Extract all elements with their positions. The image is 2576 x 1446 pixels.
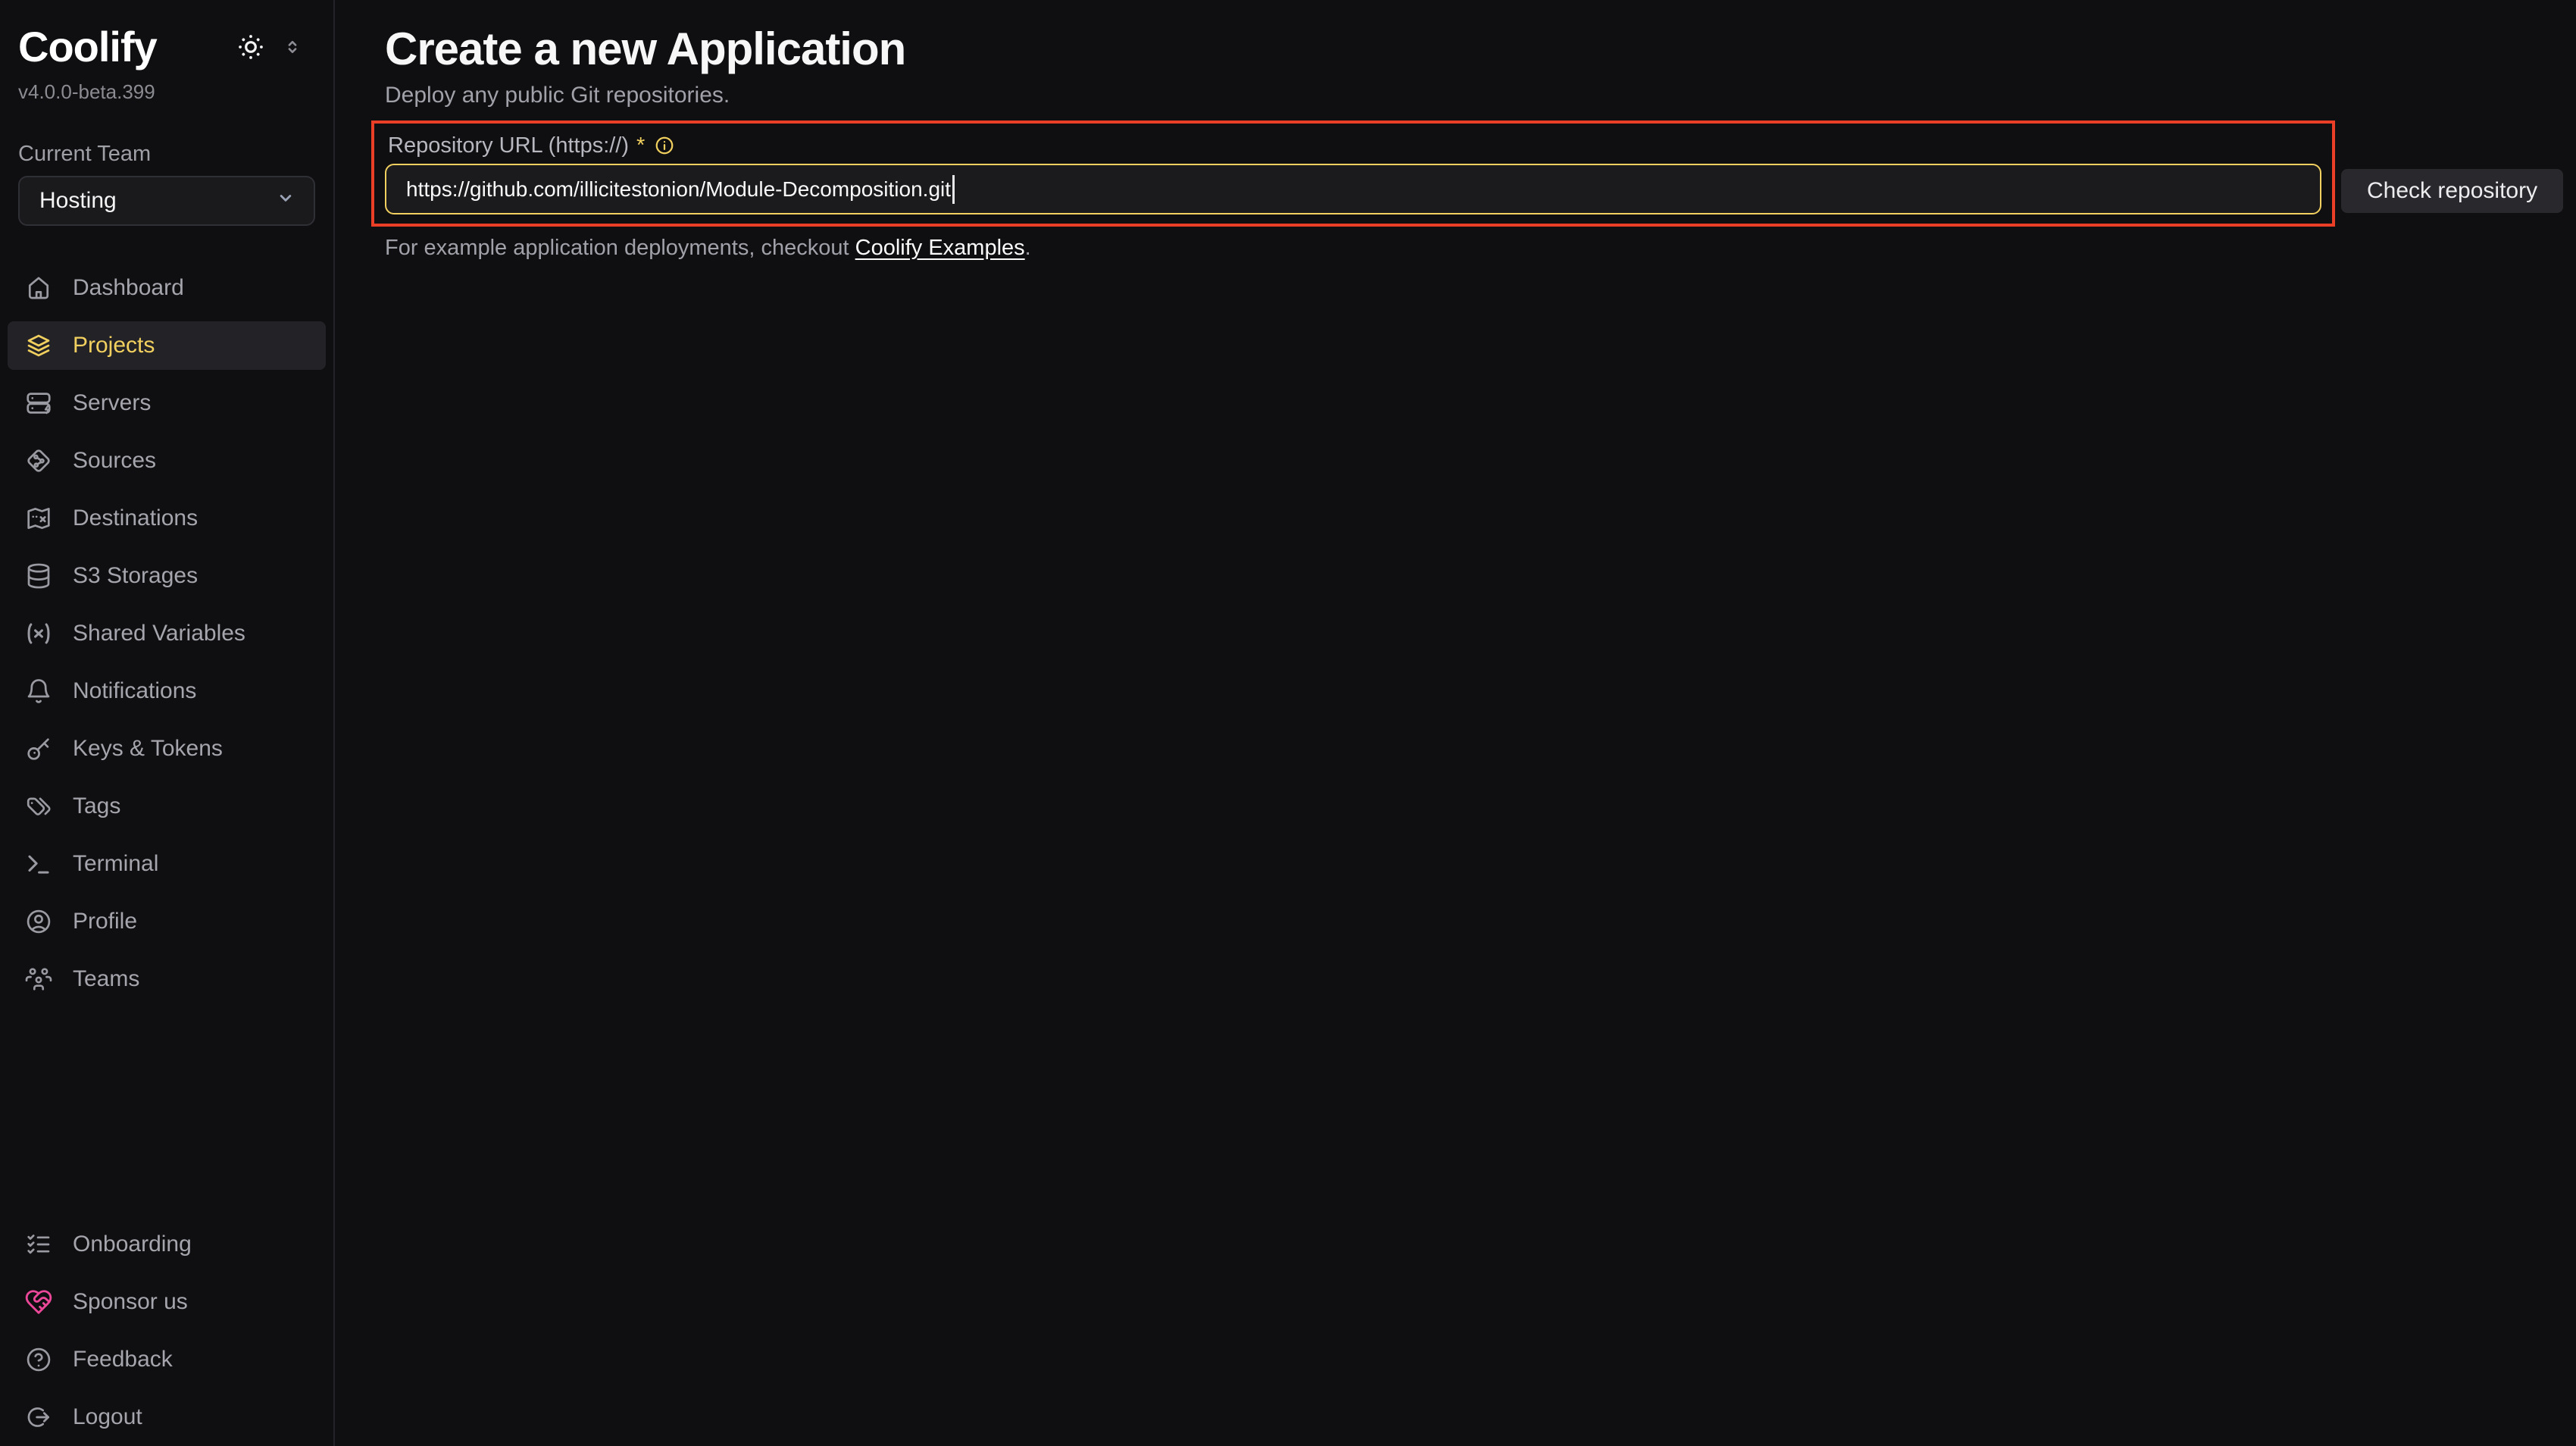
text-caret [952, 175, 955, 204]
sidebar-item-label: Logout [73, 1404, 142, 1430]
helper-text: For example application deployments, che… [385, 236, 2576, 261]
sidebar-item-s3-storages[interactable]: S3 Storages [8, 552, 326, 600]
sidebar-item-label: Destinations [73, 505, 198, 531]
sidebar-item-logout[interactable]: Logout [8, 1393, 326, 1441]
repository-url-label-row: Repository URL (https://) * [385, 134, 2321, 157]
terminal-icon [24, 850, 53, 878]
current-team-label: Current Team [18, 142, 315, 167]
chevrons-up-down-icon[interactable] [282, 36, 303, 58]
sidebar-item-label: Servers [73, 390, 151, 416]
page-title: Create a new Application [385, 23, 2576, 75]
sidebar-item-label: Keys & Tokens [73, 736, 223, 762]
sidebar-item-label: Onboarding [73, 1232, 192, 1257]
sidebar-item-teams[interactable]: Teams [8, 955, 326, 1003]
sidebar-item-feedback[interactable]: Feedback [8, 1335, 326, 1384]
chevron-down-icon [274, 186, 297, 215]
sidebar-item-label: Sources [73, 448, 156, 474]
repository-form: Repository URL (https://) * https://gith… [371, 121, 2576, 227]
layers-icon [24, 331, 53, 360]
tags-icon [24, 792, 53, 821]
sidebar-item-dashboard[interactable]: Dashboard [8, 264, 326, 312]
sidebar-item-label: S3 Storages [73, 563, 198, 589]
sidebar-item-destinations[interactable]: Destinations [8, 494, 326, 543]
sidebar-item-keys-tokens[interactable]: Keys & Tokens [8, 725, 326, 773]
sidebar-footer-nav: Onboarding Sponsor us Feedback Logout [0, 1220, 333, 1441]
variables-icon [24, 619, 53, 648]
helper-prefix: For example application deployments, che… [385, 236, 855, 260]
sidebar-item-terminal[interactable]: Terminal [8, 840, 326, 888]
sidebar-item-shared-variables[interactable]: Shared Variables [8, 609, 326, 658]
sun-icon[interactable] [236, 33, 265, 61]
required-asterisk: * [636, 133, 645, 158]
info-icon[interactable] [654, 135, 675, 156]
key-icon [24, 734, 53, 763]
team-select-value: Hosting [39, 188, 117, 214]
helper-suffix: . [1025, 236, 1031, 260]
main-content: Create a new Application Deploy any publ… [335, 0, 2576, 1446]
check-repository-button[interactable]: Check repository [2341, 169, 2563, 213]
sidebar-item-label: Terminal [73, 851, 158, 877]
sidebar-item-profile[interactable]: Profile [8, 897, 326, 946]
app-logo[interactable]: Coolify [18, 26, 157, 68]
sidebar-item-label: Feedback [73, 1347, 173, 1372]
sidebar-item-label: Projects [73, 333, 155, 358]
team-select[interactable]: Hosting [18, 176, 315, 226]
bell-icon [24, 677, 53, 706]
database-icon [24, 562, 53, 590]
coolify-app: Coolify v4.0.0-beta.399 Current Team Hos… [0, 0, 2576, 1446]
sidebar-item-sponsor-us[interactable]: Sponsor us [8, 1278, 326, 1326]
home-icon [24, 274, 53, 302]
repository-url-value: https://github.com/illicitestonion/Modul… [406, 177, 951, 202]
sidebar-item-label: Profile [73, 909, 137, 934]
sidebar-item-label: Sponsor us [73, 1289, 188, 1315]
sidebar: Coolify v4.0.0-beta.399 Current Team Hos… [0, 0, 335, 1446]
help-circle-icon [24, 1345, 53, 1374]
sidebar-item-servers[interactable]: Servers [8, 379, 326, 427]
users-icon [24, 965, 53, 994]
sidebar-item-tags[interactable]: Tags [8, 782, 326, 831]
sidebar-header-icons [236, 33, 303, 61]
sidebar-item-label: Tags [73, 793, 120, 819]
logout-icon [24, 1403, 53, 1432]
repository-url-input[interactable]: https://github.com/illicitestonion/Modul… [385, 164, 2321, 214]
sidebar-item-projects[interactable]: Projects [8, 321, 326, 370]
checklist-icon [24, 1230, 53, 1259]
page-subtitle: Deploy any public Git repositories. [385, 83, 2576, 108]
git-source-icon [24, 446, 53, 475]
server-icon [24, 389, 53, 418]
repository-url-label: Repository URL (https://) [388, 133, 629, 158]
sidebar-item-label: Dashboard [73, 275, 184, 301]
version-label: v4.0.0-beta.399 [0, 68, 333, 104]
sidebar-item-label: Notifications [73, 678, 196, 704]
sidebar-item-notifications[interactable]: Notifications [8, 667, 326, 715]
sidebar-item-label: Teams [73, 966, 139, 992]
user-circle-icon [24, 907, 53, 936]
sidebar-item-onboarding[interactable]: Onboarding [8, 1220, 326, 1269]
map-icon [24, 504, 53, 533]
sidebar-item-sources[interactable]: Sources [8, 437, 326, 485]
heart-handshake-icon [24, 1288, 53, 1316]
sidebar-item-label: Shared Variables [73, 621, 245, 646]
coolify-examples-link[interactable]: Coolify Examples [855, 236, 1025, 260]
sidebar-header: Coolify [0, 0, 333, 68]
annotation-highlight-box: Repository URL (https://) * https://gith… [371, 121, 2335, 227]
sidebar-nav: Dashboard Projects Servers Sources Desti… [0, 264, 333, 1003]
